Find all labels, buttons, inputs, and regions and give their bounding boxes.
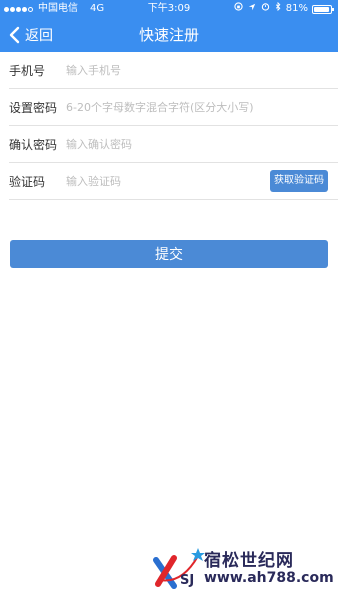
get-code-button[interactable]: 获取验证码 (270, 170, 328, 192)
location-icon (248, 0, 256, 18)
submit-button[interactable]: 提交 (10, 240, 328, 268)
battery-percent: 81% (285, 3, 308, 14)
site-logo: SJ (153, 548, 205, 589)
battery-icon (312, 4, 334, 14)
register-page: 中国电信 4G 下午3:09 81% 返回 快速注册 手机号 输入手机号 设置密… (0, 0, 338, 600)
page-title: 快速注册 (138, 26, 199, 44)
password-row: 设置密码 (9, 89, 338, 126)
header: 中国电信 4G 下午3:09 81% 返回 快速注册 (0, 0, 338, 52)
verification-code-label: 验证码 (9, 174, 46, 189)
lock-rotation-icon (234, 0, 243, 18)
status-right: 81% (229, 0, 334, 18)
bluetooth-icon (275, 0, 281, 18)
verification-code-input[interactable] (66, 163, 256, 199)
logo-text: SJ (180, 573, 194, 588)
phone-row: 手机号 (9, 52, 338, 89)
watermark-url: www.ah788.com (204, 570, 334, 586)
phone-label: 手机号 (9, 63, 46, 78)
watermark: SJ 宿松世纪网 www.ah788.com (152, 544, 334, 592)
alarm-icon (261, 0, 270, 18)
nav-bar: 返回 快速注册 (0, 18, 338, 52)
verification-code-row: 验证码 获取验证码 (9, 163, 338, 200)
password-input[interactable] (66, 89, 331, 125)
phone-input[interactable] (66, 52, 331, 88)
password-label: 设置密码 (9, 100, 58, 115)
confirm-password-label: 确认密码 (9, 137, 58, 152)
confirm-password-input[interactable] (66, 126, 331, 162)
watermark-name: 宿松世纪网 (204, 551, 294, 571)
confirm-password-row: 确认密码 (9, 126, 338, 163)
register-form: 手机号 设置密码 确认密码 验证码 获取验证码 (0, 52, 338, 200)
status-bar: 中国电信 4G 下午3:09 81% (0, 0, 338, 18)
